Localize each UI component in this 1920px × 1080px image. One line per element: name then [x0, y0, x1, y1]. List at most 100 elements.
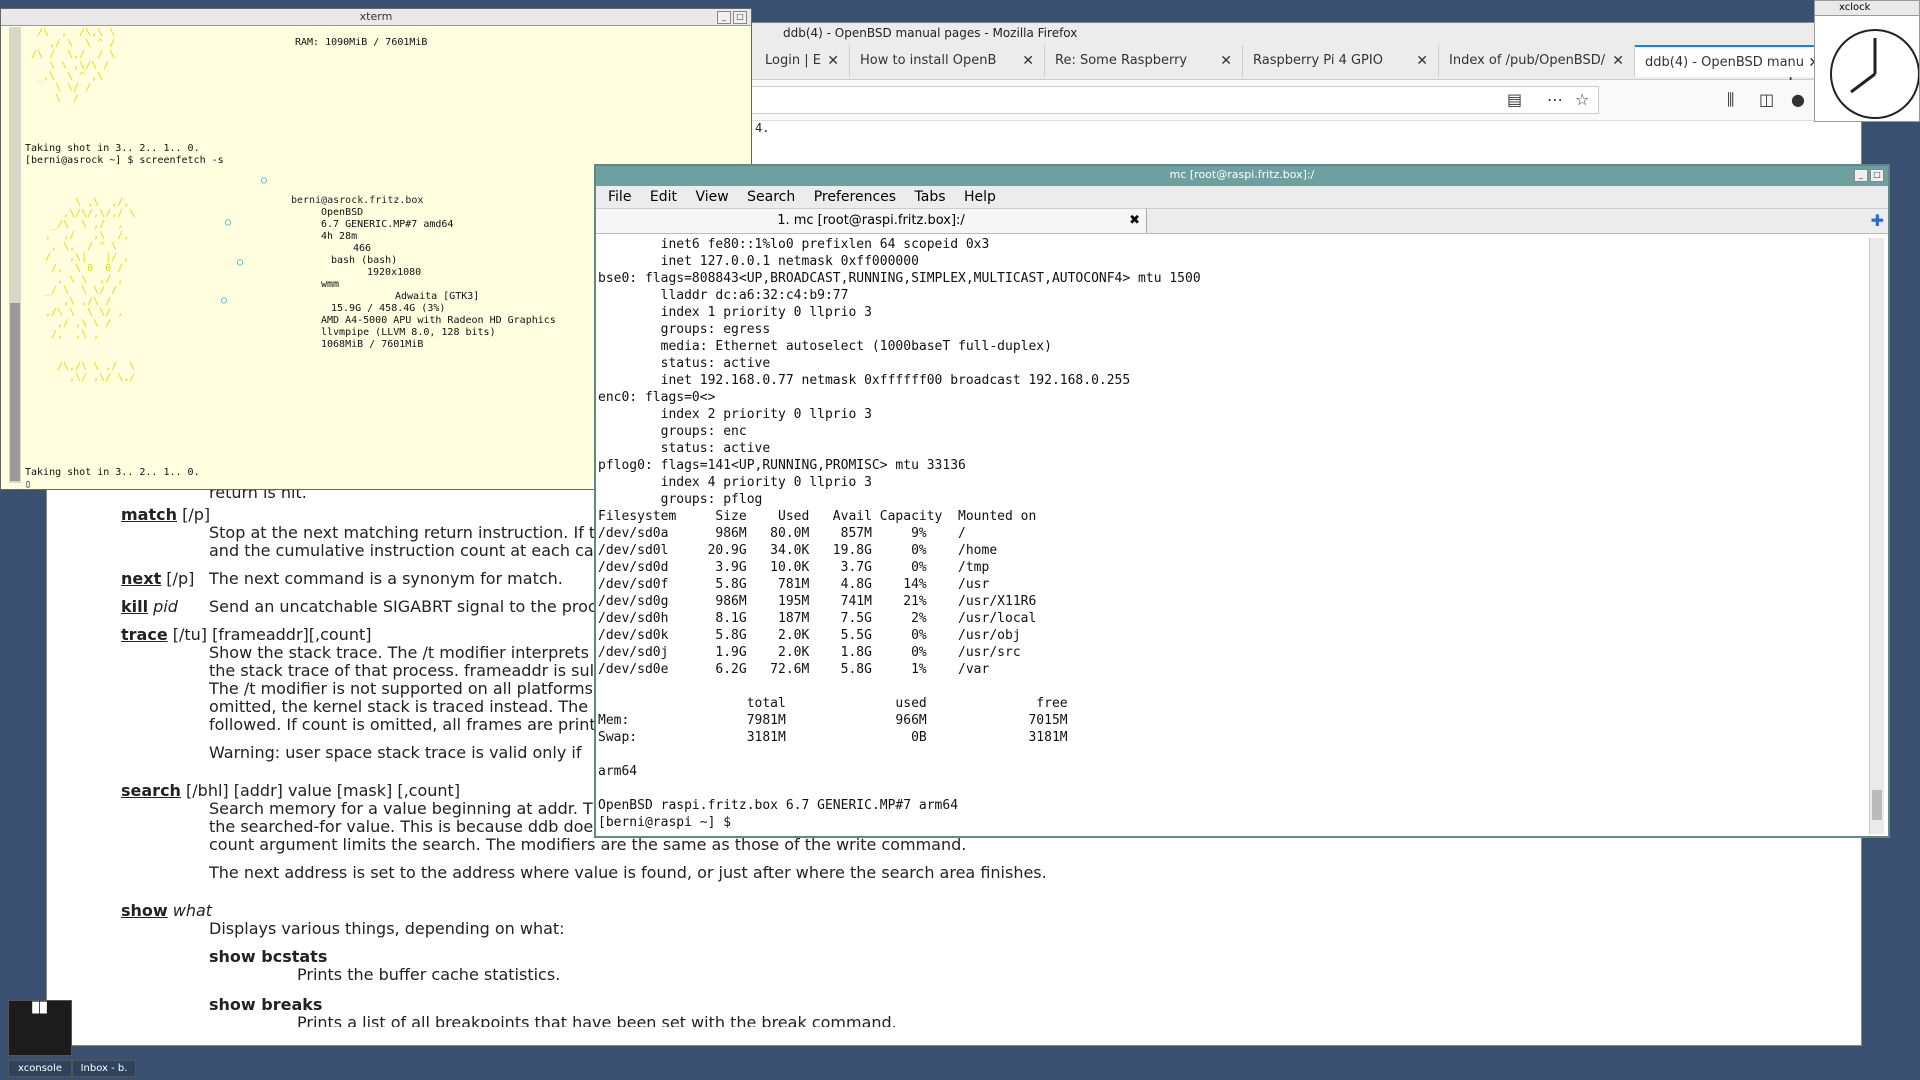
packages-value: 466	[353, 243, 372, 254]
terminal-line: index 1 priority 0 llprio 3	[598, 305, 872, 320]
taskbar-inbox[interactable]: Inbox - b.	[72, 1060, 136, 1077]
xterm-scrollbar[interactable]	[9, 27, 21, 483]
tab-install-openbsd[interactable]: How to install OpenB ✕	[850, 45, 1045, 77]
tab-label: Index of /pub/OpenBSD/	[1449, 53, 1606, 68]
terminal-line: Swap: 3181M 0B 3181M	[598, 730, 1068, 745]
close-icon[interactable]: ✕	[1416, 45, 1428, 77]
disk-value: 15.9G / 458.4G (3%)	[331, 303, 446, 314]
terminal-line: /dev/sd0j 1.9G 2.0K 1.8G 0% /usr/src	[598, 645, 1021, 660]
terminal-line: groups: enc	[598, 424, 747, 439]
prompt-line: [berni@asrock ~] $ screenfetch -s	[25, 155, 224, 166]
tab-raspberry-forum[interactable]: Re: Some Raspberry ✕	[1045, 45, 1243, 77]
show-bcstats: show bcstats	[209, 947, 328, 966]
menu-view[interactable]: View	[695, 189, 728, 205]
terminal-line: Filesystem Size Used Avail Capacity Moun…	[598, 509, 1037, 524]
terminal-line: inet 192.168.0.77 netmask 0xffffff00 bro…	[598, 373, 1131, 388]
cmd-next: next [/p]	[121, 569, 195, 588]
cmd-show: show what	[121, 901, 213, 920]
bookmark-star-icon[interactable]: ☆	[1575, 90, 1589, 109]
sidebar-icon[interactable]: ◫	[1759, 90, 1774, 109]
cmd-trace: trace [/tu] [frameaddr][,count]	[121, 625, 372, 644]
tab-gpio[interactable]: Raspberry Pi 4 GPIO ✕	[1243, 45, 1439, 77]
minimize-button[interactable]: _	[717, 11, 731, 24]
new-tab-icon[interactable]: ✚	[1871, 211, 1884, 230]
terminal-line: lladdr dc:a6:32:c4:b9:77	[598, 288, 849, 303]
gtk-value: Adwaita [GTK3]	[395, 291, 480, 302]
menu-search[interactable]: Search	[747, 189, 795, 205]
close-icon[interactable]: ✕	[1612, 45, 1624, 77]
mc-menubar: File Edit View Search Preferences Tabs H…	[596, 186, 1888, 209]
terminal-line: pflog0: flags=141<UP,RUNNING,PROMISC> mt…	[598, 458, 966, 473]
maximize-button[interactable]: □	[1870, 169, 1884, 182]
ascii-logo-top: /\ , /\,\ \ ,/ \ \ ^ / /\ / \,/ / \ \ \ …	[31, 27, 116, 104]
trace-desc-5: followed. If count is omitted, all frame…	[209, 715, 596, 734]
match-desc: Stop at the next matching return instruc…	[209, 523, 596, 542]
taskbar-xconsole[interactable]: xconsole	[8, 1060, 72, 1077]
page-fragment: 4.	[755, 121, 770, 135]
shell-value: bash (bash)	[331, 255, 398, 266]
shot-line-2: Taking shot in 3.. 2.. 1.. 0.	[25, 467, 200, 478]
xconsole-icon[interactable]: ▉▉	[8, 1000, 72, 1056]
mc-titlebar[interactable]: mc [root@raspi.fritz.box]:/ _ □	[596, 166, 1888, 186]
tab-label: Raspberry Pi 4 GPIO	[1253, 53, 1383, 68]
search-desc-1: Search memory for a value beginning at a…	[209, 799, 593, 818]
terminal-line: groups: egress	[598, 322, 771, 337]
terminal-line: status: active	[598, 356, 771, 371]
xterm-titlebar[interactable]: xterm _ □	[1, 9, 751, 26]
menu-preferences[interactable]: Preferences	[814, 189, 896, 205]
xclock-title: xclock	[1815, 1, 1919, 16]
terminal-line: OpenBSD raspi.fritz.box 6.7 GENERIC.MP#7…	[598, 798, 959, 813]
tab-mc-root[interactable]: 1. mc [root@raspi.fritz.box]:/ ✖	[596, 209, 1147, 233]
maximize-button[interactable]: □	[733, 11, 747, 24]
terminal-scrollbar[interactable]	[1869, 238, 1884, 834]
terminal-line: /dev/sd0h 8.1G 187M 7.5G 2% /usr/local	[598, 611, 1037, 626]
taskbar: ▉▉ xconsole Inbox - b.	[0, 1000, 140, 1080]
menu-edit[interactable]: Edit	[650, 189, 677, 205]
terminal-line: /dev/sd0e 6.2G 72.6M 5.8G 1% /var	[598, 662, 990, 677]
scroll-thumb[interactable]	[1872, 790, 1882, 820]
menu-help[interactable]: Help	[964, 189, 996, 205]
menu-file[interactable]: File	[608, 189, 631, 205]
minimize-button[interactable]: _	[1854, 169, 1868, 182]
cmd-kill: kill pid	[121, 597, 178, 616]
bubble-icon: ○	[225, 217, 232, 228]
terminal-line: arm64	[598, 764, 638, 779]
terminal-line: Mem: 7981M 966M 7015M	[598, 713, 1068, 728]
close-icon[interactable]: ✕	[1220, 45, 1232, 77]
terminal-line: /dev/sd0a 986M 80.0M 857M 9% /	[598, 526, 966, 541]
menu-tabs[interactable]: Tabs	[915, 189, 946, 205]
tab-label: Re: Some Raspberry	[1055, 53, 1188, 68]
tab-index-openbsd[interactable]: Index of /pub/OpenBSD/ ✕	[1439, 45, 1635, 77]
tab-login[interactable]: Login | E ✕	[755, 45, 850, 77]
kill-desc: Send an uncatchable SIGABRT signal to th…	[209, 597, 615, 616]
scroll-thumb[interactable]	[10, 303, 20, 481]
shot-line-1: Taking shot in 3.. 2.. 1.. 0.	[25, 143, 200, 154]
terminal-line: index 4 priority 0 llprio 3	[598, 475, 872, 490]
terminal-line: /dev/sd0k 5.8G 2.0K 5.5G 0% /usr/obj	[598, 628, 1021, 643]
wm-value: wmm	[321, 279, 340, 290]
tab-label: How to install OpenB	[860, 53, 997, 68]
reader-view-icon[interactable]: ▤	[1507, 90, 1522, 109]
search-desc-4: The next address is set to the address w…	[209, 863, 1047, 882]
account-icon[interactable]: ●	[1791, 90, 1805, 109]
terminal-line: media: Ethernet autoselect (1000baseT fu…	[598, 339, 1052, 354]
terminal-line: inet 127.0.0.1 netmask 0xff000000	[598, 254, 919, 269]
next-desc: The next command is a synonym for match.	[209, 569, 563, 588]
match-desc-2: and the cumulative instruction count at …	[209, 541, 594, 560]
close-icon[interactable]: ✕	[827, 45, 839, 77]
terminal-output[interactable]: inet6 fe80::1%lo0 prefixlen 64 scopeid 0…	[598, 236, 1868, 836]
close-icon[interactable]: ✕	[1022, 45, 1034, 77]
ram-line-top: RAM: 1090MiB / 7601MiB	[295, 37, 428, 48]
terminal-line: index 2 priority 0 llprio 3	[598, 407, 872, 422]
xclock-window: xclock	[1814, 0, 1920, 122]
page-actions-icon[interactable]: ⋯	[1547, 90, 1563, 109]
mc-terminal-window: mc [root@raspi.fritz.box]:/ _ □ File Edi…	[594, 164, 1890, 838]
library-icon[interactable]: ⫼	[1727, 90, 1734, 110]
terminal-line: [berni@raspi ~] $	[598, 815, 739, 830]
show-desc: Displays various things, depending on wh…	[209, 919, 565, 938]
tab-ddb-manpage[interactable]: ddb(4) - OpenBSD manu✕	[1635, 45, 1831, 77]
terminal-line: /dev/sd0g 986M 195M 741M 21% /usr/X11R6	[598, 594, 1037, 609]
gpu-value: llvmpipe (LLVM 8.0, 128 bits)	[321, 327, 496, 338]
close-icon[interactable]: ✖	[1129, 209, 1140, 233]
